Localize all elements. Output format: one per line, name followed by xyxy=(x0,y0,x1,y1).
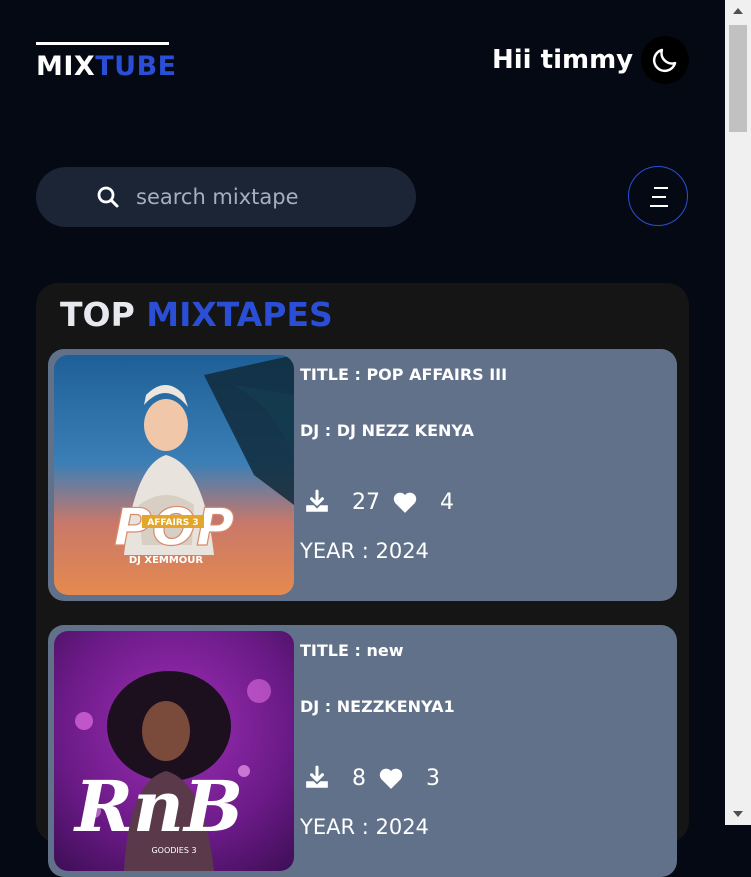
mixtape-title: TITLE : POP AFFAIRS III xyxy=(300,365,508,384)
mixtape-stats: 27 4 xyxy=(304,489,466,515)
top-mixtapes-panel: TOP MIXTAPES AFFAIRS 3 DJ XEMMOUR TITLE … xyxy=(36,283,689,877)
logo[interactable]: MIXTUBE xyxy=(36,42,176,82)
logo-part-tube: TUBE xyxy=(95,51,177,82)
mixtape-cover-image[interactable]: POP AFFAIRS 3 DJ XEMMOUR xyxy=(54,355,294,595)
like-count: 4 xyxy=(440,489,454,515)
section-title: TOP MIXTAPES xyxy=(60,295,333,335)
mixtape-stats: 8 3 xyxy=(304,765,452,791)
search-bar xyxy=(36,167,416,227)
logo-part-mix: MIX xyxy=(36,51,96,82)
menu-icon-line-2 xyxy=(652,196,666,198)
download-icon[interactable] xyxy=(304,489,330,515)
mixtape-year: YEAR : 2024 xyxy=(300,815,429,839)
section-title-part-1: TOP xyxy=(60,295,135,334)
heart-icon[interactable] xyxy=(392,490,418,514)
mixtape-year: YEAR : 2024 xyxy=(300,539,429,563)
mixtape-dj: DJ : NEZZKENYA1 xyxy=(300,697,455,716)
mixtape-title: TITLE : new xyxy=(300,641,404,660)
theme-toggle-button[interactable] xyxy=(641,36,689,84)
download-icon[interactable] xyxy=(304,765,330,791)
cover-subtitle: AFFAIRS 3 xyxy=(147,518,198,528)
download-count: 27 xyxy=(352,489,380,515)
cover-subtitle: GOODIES 3 xyxy=(151,846,196,855)
moon-icon xyxy=(652,48,677,73)
cover-title: RnB xyxy=(73,765,243,848)
scroll-up-arrow-icon[interactable] xyxy=(733,8,743,14)
download-count: 8 xyxy=(352,765,366,791)
search-input[interactable] xyxy=(136,167,396,227)
search-icon[interactable] xyxy=(96,185,120,209)
menu-icon-line-1 xyxy=(654,187,668,189)
scroll-down-arrow-icon[interactable] xyxy=(733,811,743,817)
mixtape-card[interactable]: RnB GOODIES 3 TITLE : new DJ : NEZZKENYA… xyxy=(48,625,677,877)
section-title-part-2: MIXTAPES xyxy=(146,295,333,334)
heart-icon[interactable] xyxy=(378,766,404,790)
page-scrollbar[interactable] xyxy=(725,0,751,825)
menu-icon-line-3 xyxy=(650,205,668,207)
mixtape-card[interactable]: POP AFFAIRS 3 DJ XEMMOUR TITLE : POP AFF… xyxy=(48,349,677,601)
cover-dj: DJ XEMMOUR xyxy=(129,555,204,566)
menu-button[interactable] xyxy=(628,166,688,226)
user-greeting: Hii timmy xyxy=(492,45,634,75)
mixtape-dj: DJ : DJ NEZZ KENYA xyxy=(300,421,474,440)
scrollbar-thumb[interactable] xyxy=(729,25,747,132)
like-count: 3 xyxy=(426,765,440,791)
mixtape-cover-image[interactable]: RnB GOODIES 3 xyxy=(54,631,294,871)
